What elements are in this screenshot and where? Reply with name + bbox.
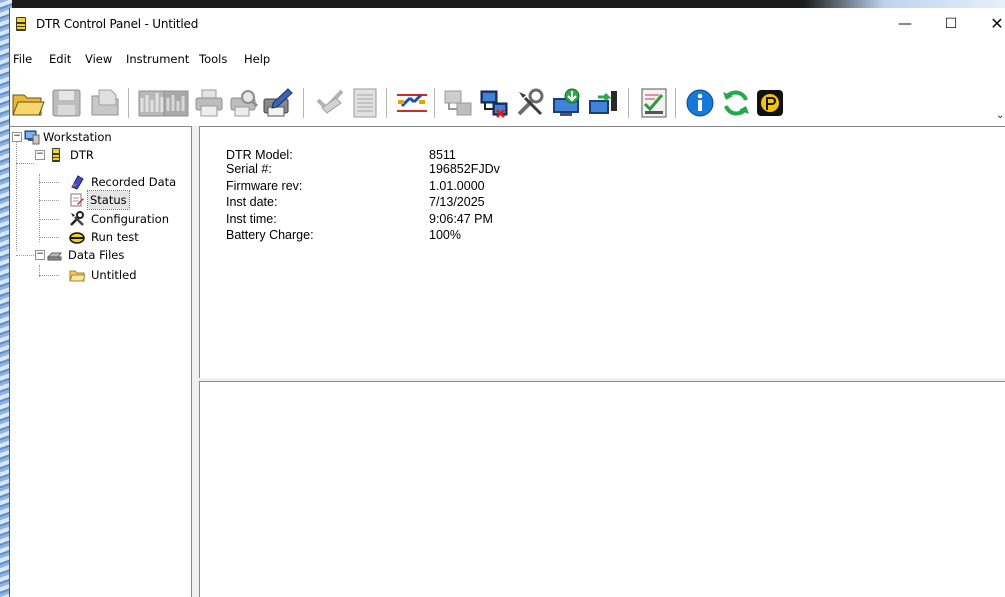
tree-item-configuration[interactable]: Configuration: [10, 210, 190, 228]
print-icon[interactable]: [192, 86, 226, 120]
run-test-icon: [69, 229, 85, 245]
vertical-splitter[interactable]: [192, 126, 199, 597]
open-folder-icon[interactable]: [11, 86, 45, 120]
label-firmware-rev: Firmware rev:: [226, 179, 303, 193]
tree-label-workstation: Workstation: [43, 130, 112, 144]
toolbar-separator: [675, 88, 676, 118]
chart-page-2-icon[interactable]: [158, 86, 192, 120]
print-setup-icon[interactable]: [261, 86, 295, 120]
toolbar: ⌄: [10, 84, 1005, 124]
toolbar-separator: [434, 88, 435, 118]
toolbar-separator: [386, 88, 387, 118]
app-window: DTR Control Panel - Untitled — ☐ ✕ File …: [9, 8, 1005, 597]
label-inst-date: Inst date:: [226, 195, 278, 209]
recorded-data-icon: [69, 174, 85, 190]
value-firmware-rev: 1.01.0000: [429, 179, 485, 193]
open-file-icon[interactable]: [88, 86, 122, 120]
collapse-toggle[interactable]: −: [35, 150, 45, 160]
report-icon[interactable]: [348, 86, 382, 120]
label-battery-charge: Battery Charge:: [226, 228, 314, 242]
test-leads-icon[interactable]: [395, 86, 429, 120]
info-icon[interactable]: [683, 86, 717, 120]
tree-label-recorded-data: Recorded Data: [91, 175, 177, 189]
status-icon: [69, 192, 85, 208]
collapse-toggle[interactable]: −: [12, 132, 22, 142]
tree-item-run-test[interactable]: Run test: [10, 228, 190, 246]
menu-view[interactable]: View: [84, 49, 113, 69]
tree-item-status[interactable]: Status: [10, 190, 190, 210]
folder-icon: [69, 267, 85, 283]
toolbar-separator: [128, 88, 129, 118]
minimize-button[interactable]: —: [882, 8, 928, 40]
brand-logo-icon[interactable]: [753, 86, 787, 120]
label-inst-time: Inst time:: [226, 212, 277, 226]
tree-label-dtr: DTR: [70, 148, 94, 162]
label-serial: Serial #:: [226, 162, 272, 176]
toolbar-overflow-button[interactable]: ⌄: [996, 110, 1004, 121]
value-dtr-model: 8511: [429, 148, 456, 162]
status-panel: DTR Model: Serial #: Firmware rev: Inst …: [199, 126, 1005, 379]
toolbar-separator: [303, 88, 304, 118]
tree-label-data-files: Data Files: [68, 248, 125, 262]
value-battery-charge: 100%: [429, 228, 461, 242]
download-icon[interactable]: [550, 86, 584, 120]
tree-label-status: Status: [87, 190, 130, 210]
refresh-icon[interactable]: [719, 86, 753, 120]
tools-icon[interactable]: [513, 86, 547, 120]
dtr-app-icon: [14, 16, 28, 32]
tree-label-run-test: Run test: [91, 230, 139, 244]
workstation-icon: [24, 129, 40, 145]
menu-help[interactable]: Help: [243, 49, 271, 69]
dtr-instrument-icon: [48, 147, 64, 163]
data-files-icon: [47, 247, 63, 263]
value-inst-date: 7/13/2025: [429, 195, 485, 209]
save-icon[interactable]: [50, 86, 84, 120]
maximize-button[interactable]: ☐: [928, 8, 974, 40]
check-edit-icon[interactable]: [312, 86, 346, 120]
print-preview-icon[interactable]: [227, 86, 261, 120]
upload-icon[interactable]: [586, 86, 620, 120]
collapse-toggle[interactable]: −: [35, 250, 45, 260]
tree-item-data-files[interactable]: − Data Files: [10, 246, 190, 264]
test-report-icon[interactable]: [637, 86, 671, 120]
navigation-tree: − Workstation − DTR Recorded Data Status…: [10, 126, 192, 597]
tree-item-dtr[interactable]: − DTR: [10, 146, 190, 164]
menu-file[interactable]: File: [12, 49, 33, 69]
window-title: DTR Control Panel - Untitled: [36, 17, 199, 31]
menu-bar: File Edit View Instrument Tools Help: [10, 49, 1005, 69]
connect-icon[interactable]: [441, 86, 475, 120]
tree-item-untitled[interactable]: Untitled: [10, 266, 190, 284]
menu-tools[interactable]: Tools: [198, 49, 228, 69]
tree-label-configuration: Configuration: [91, 212, 169, 226]
tree-item-workstation[interactable]: − Workstation: [10, 128, 190, 146]
desktop-background: [0, 0, 1005, 8]
close-button[interactable]: ✕: [974, 8, 1005, 40]
tree-item-recorded-data[interactable]: Recorded Data: [10, 173, 190, 191]
configuration-icon: [69, 211, 85, 227]
value-serial: 196852FJDv: [429, 162, 500, 176]
value-inst-time: 9:06:47 PM: [429, 212, 493, 226]
label-dtr-model: DTR Model:: [226, 148, 293, 162]
title-bar[interactable]: DTR Control Panel - Untitled — ☐ ✕: [10, 8, 1005, 40]
menu-edit[interactable]: Edit: [48, 49, 72, 69]
disconnect-icon[interactable]: [477, 86, 511, 120]
menu-instrument[interactable]: Instrument: [125, 49, 190, 69]
output-panel: [199, 381, 1005, 597]
tree-label-untitled: Untitled: [91, 268, 137, 282]
toolbar-separator: [628, 88, 629, 118]
